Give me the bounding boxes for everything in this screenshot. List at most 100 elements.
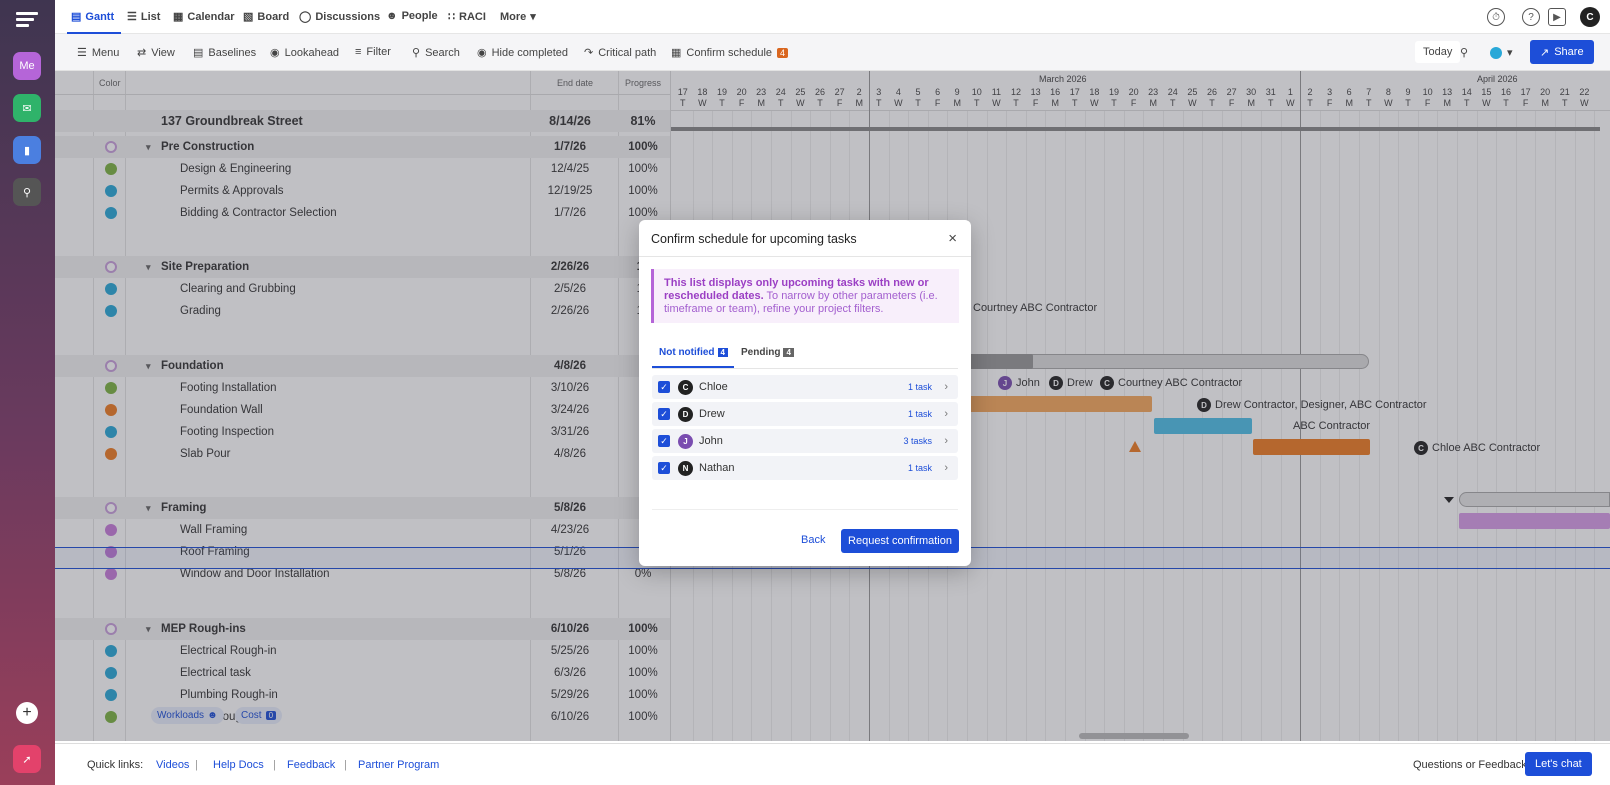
search-button[interactable]: ⚲ Search	[412, 46, 460, 60]
avatar: C	[678, 379, 693, 395]
app-sidebar: Me ✉ ▮ ⚲ + ➚	[0, 0, 55, 785]
critical-path-button[interactable]: ↷ Critical path	[584, 46, 656, 60]
chevron-right-icon[interactable]: ›	[944, 408, 948, 420]
info-notice: This list displays only upcoming tasks w…	[651, 269, 959, 323]
gantt-toolbar: ☰ Menu ⇄ View ▤ Baselines ◉ Lookahead ≡ Filte…	[55, 34, 1610, 71]
baselines-icon: ▤	[193, 47, 204, 59]
tab-pending[interactable]: Pending 4	[741, 347, 794, 358]
tab-gantt[interactable]: ▤ Gantt	[71, 10, 114, 24]
search-icon: ⚲	[412, 47, 421, 59]
baselines-button[interactable]: ▤ Baselines	[193, 46, 256, 60]
separator: |	[273, 759, 276, 771]
lookahead-button[interactable]: ◉ Lookahead	[270, 46, 339, 60]
avatar: J	[678, 433, 693, 449]
chevron-right-icon[interactable]: ›	[944, 435, 948, 447]
filter-button[interactable]: ≡ Filter	[355, 46, 391, 58]
share-icon: ↗	[1540, 46, 1550, 59]
checkbox[interactable]: ✓	[658, 408, 670, 420]
raci-icon: ∷	[448, 11, 455, 23]
footer-bar: Quick links: Videos | Help Docs | Feedba…	[55, 743, 1610, 785]
tab-more[interactable]: More ▾	[500, 10, 536, 24]
footer-divider	[652, 509, 958, 510]
tabs-divider	[652, 368, 958, 369]
confirm-schedule-modal: Confirm schedule for upcoming tasks × Th…	[639, 220, 971, 566]
view-icon: ⇄	[137, 47, 147, 59]
help-docs-link[interactable]: Help Docs	[213, 759, 264, 771]
videos-link[interactable]: Videos	[156, 759, 189, 771]
filter-icon: ≡	[355, 46, 362, 58]
avatar: N	[678, 460, 693, 476]
top-nav: ▤ Gantt ☰ List ▦ Calendar ▧ Board ◯ Discussio…	[55, 0, 1610, 44]
calendar-icon: ▦	[173, 11, 184, 23]
not-notified-count: 4	[717, 348, 728, 357]
assignee-row[interactable]: ✓ J John 3 tasks ›	[652, 429, 958, 453]
app-logo-icon[interactable]	[16, 12, 38, 28]
share-button[interactable]: ↗ Share	[1530, 40, 1594, 64]
separator: |	[344, 759, 347, 771]
tab-not-notified[interactable]: Not notified 4	[659, 347, 728, 358]
back-button[interactable]: Back	[801, 534, 825, 546]
assignee-name: Drew	[699, 408, 725, 420]
people-icon: ☻	[386, 10, 398, 22]
tab-list[interactable]: ☰ List	[127, 10, 160, 24]
color-dot	[1490, 46, 1502, 59]
assignee-name: Chloe	[699, 381, 728, 393]
tab-raci[interactable]: ∷ RACI	[448, 10, 486, 24]
today-button[interactable]: Today	[1415, 41, 1461, 63]
chevron-right-icon[interactable]: ›	[944, 462, 948, 474]
questions-label: Questions or Feedback?	[1413, 759, 1533, 771]
request-confirmation-button[interactable]: Request confirmation	[841, 529, 959, 553]
task-count: 1 task	[907, 409, 932, 419]
assignee-name: Nathan	[699, 462, 735, 474]
quick-links-label: Quick links:	[87, 759, 144, 771]
lookahead-icon: ◉	[270, 47, 280, 59]
help-icon[interactable]: ?	[1522, 8, 1540, 26]
critical-path-icon: ↷	[584, 47, 594, 59]
feedback-link[interactable]: Feedback	[287, 759, 335, 771]
task-count: 3 tasks	[903, 436, 932, 446]
checkbox[interactable]: ✓	[658, 435, 670, 447]
task-count: 1 task	[907, 382, 932, 392]
modal-divider	[639, 256, 971, 257]
discussions-icon: ◯	[299, 11, 312, 23]
assignee-name: John	[699, 435, 723, 447]
lets-chat-button[interactable]: Let's chat	[1525, 752, 1592, 776]
assignee-row[interactable]: ✓ C Chloe 1 task ›	[652, 375, 958, 399]
assignee-row[interactable]: ✓ D Drew 1 task ›	[652, 402, 958, 426]
confirm-badge: 4	[777, 47, 789, 58]
board-icon: ▧	[243, 11, 254, 23]
tab-calendar[interactable]: ▦ Calendar	[173, 10, 234, 24]
add-icon[interactable]: +	[16, 702, 38, 724]
confirm-schedule-button[interactable]: ▦ Confirm schedule 4	[671, 46, 789, 59]
timer-icon[interactable]: ⏱	[1487, 8, 1505, 26]
zoom-icon[interactable]: ⚲	[1460, 46, 1468, 59]
checkbox[interactable]: ✓	[658, 462, 670, 474]
avatar: D	[678, 406, 693, 422]
chevron-right-icon[interactable]: ›	[944, 381, 948, 393]
tab-discussions[interactable]: ◯ Discussions	[299, 10, 380, 24]
assignee-row[interactable]: ✓ N Nathan 1 task ›	[652, 456, 958, 480]
launch-icon[interactable]: ➚	[13, 745, 41, 773]
calendar-check-icon: ▦	[671, 47, 682, 59]
task-count: 1 task	[907, 463, 932, 473]
reports-icon[interactable]: ▮	[13, 136, 41, 164]
menu-icon: ☰	[77, 47, 87, 59]
close-icon[interactable]: ×	[948, 230, 957, 247]
partner-program-link[interactable]: Partner Program	[358, 759, 439, 771]
color-picker[interactable]: ▾	[1490, 46, 1513, 59]
view-button[interactable]: ⇄ View	[137, 46, 175, 60]
tab-people[interactable]: ☻ People	[386, 10, 438, 22]
list-icon: ☰	[127, 11, 137, 23]
chevron-down-icon: ▾	[1507, 47, 1513, 59]
video-icon[interactable]: ▶	[1548, 8, 1566, 26]
eye-icon: ◉	[477, 47, 487, 59]
chat-icon[interactable]: ✉	[13, 94, 41, 122]
hide-completed-button[interactable]: ◉ Hide completed	[477, 46, 568, 60]
checkbox[interactable]: ✓	[658, 381, 670, 393]
user-avatar[interactable]: C	[1580, 7, 1600, 27]
me-button[interactable]: Me	[13, 52, 41, 80]
pending-count: 4	[783, 348, 794, 357]
menu-button[interactable]: ☰ Menu	[77, 46, 119, 60]
tab-board[interactable]: ▧ Board	[243, 10, 289, 24]
search-icon[interactable]: ⚲	[13, 178, 41, 206]
